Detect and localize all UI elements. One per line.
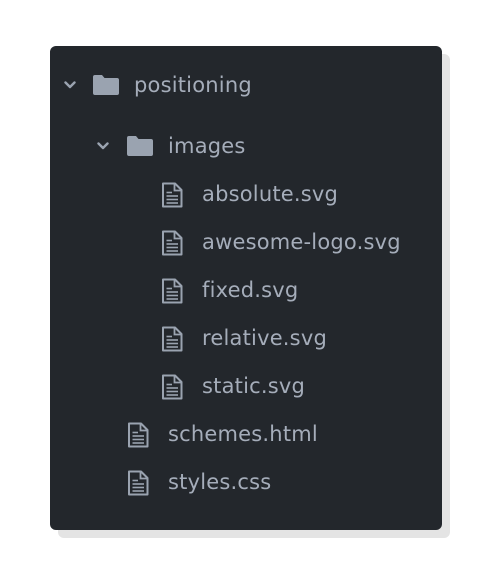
tree-file-label: relative.svg — [202, 326, 327, 350]
tree-file-styles-css[interactable]: styles.css — [50, 462, 442, 502]
tree-folder-label: images — [168, 134, 246, 158]
folder-icon — [127, 136, 153, 156]
file-icon — [162, 374, 183, 400]
chevron-down-icon[interactable] — [96, 139, 110, 153]
tree-file-label: awesome-logo.svg — [202, 230, 401, 254]
tree-file-label: styles.css — [168, 470, 272, 494]
folder-icon — [93, 75, 119, 95]
file-tree-panel: positioning images absolute.svg awesome-… — [50, 46, 442, 530]
tree-file-relative-svg[interactable]: relative.svg — [50, 318, 442, 358]
tree-file-awesome-logo-svg[interactable]: awesome-logo.svg — [50, 222, 442, 262]
tree-file-label: fixed.svg — [202, 278, 299, 302]
file-icon — [128, 422, 149, 448]
tree-folder-positioning[interactable]: positioning — [50, 65, 442, 105]
tree-file-fixed-svg[interactable]: fixed.svg — [50, 270, 442, 310]
file-icon — [128, 470, 149, 496]
file-icon — [162, 326, 183, 352]
tree-folder-label: positioning — [134, 73, 252, 97]
tree-file-label: absolute.svg — [202, 182, 339, 206]
tree-file-label: static.svg — [202, 374, 306, 398]
file-icon — [162, 278, 183, 304]
tree-file-absolute-svg[interactable]: absolute.svg — [50, 174, 442, 214]
file-icon — [162, 182, 183, 208]
tree-file-label: schemes.html — [168, 422, 318, 446]
chevron-down-icon[interactable] — [63, 78, 77, 92]
file-icon — [162, 230, 183, 256]
tree-file-schemes-html[interactable]: schemes.html — [50, 414, 442, 454]
tree-file-static-svg[interactable]: static.svg — [50, 366, 442, 406]
tree-folder-images[interactable]: images — [50, 126, 442, 166]
